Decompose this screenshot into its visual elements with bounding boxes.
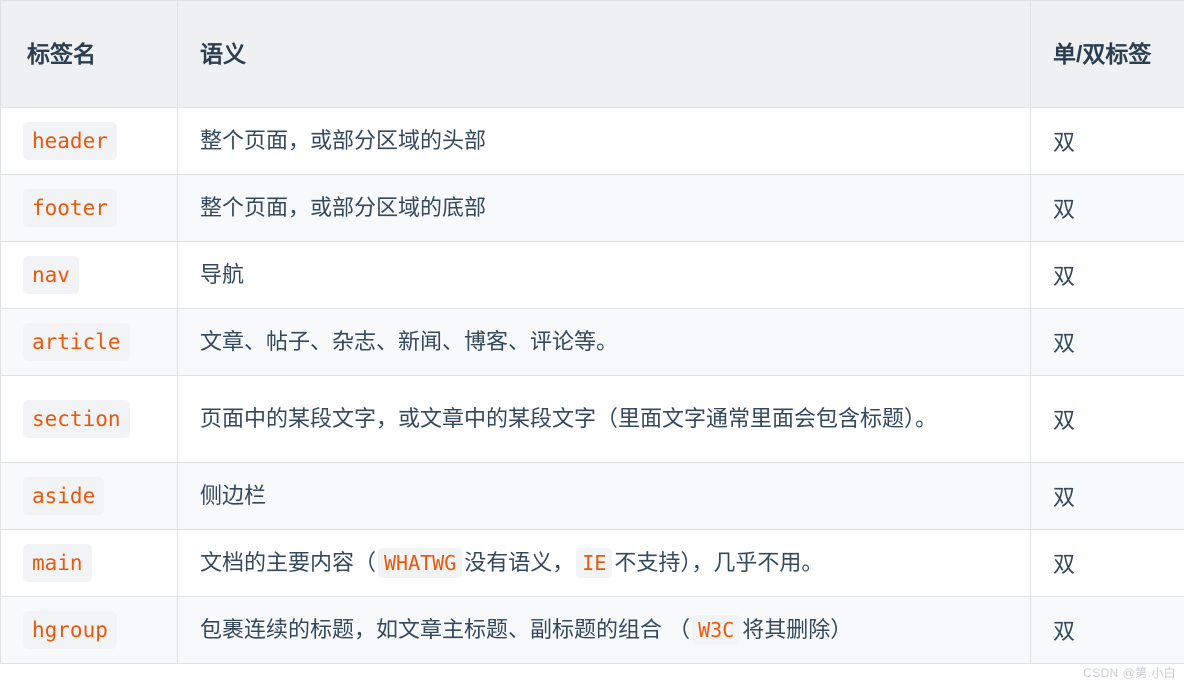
cell-pair-type: 双 [1030,107,1184,175]
inline-code-chip: IE [576,548,613,579]
semantic-text: 侧边栏 [200,483,267,509]
cell-pair-type: 双 [1030,375,1184,463]
cell-pair-type: 双 [1030,462,1184,530]
tag-code-chip: main [23,543,92,583]
table-body: header 整个页面，或部分区域的头部双 footer 整个页面，或部分区域的底部双… [0,107,1184,664]
table-header-row: 标签名 语义 单/双标签 [0,0,1184,108]
column-header-pair-type: 单/双标签 [1030,0,1184,108]
tag-code-chip: hgroup [23,610,117,650]
cell-tag-name: hgroup [0,596,178,664]
semantic-text: 没有语义， [464,550,575,576]
cell-tag-name: header [0,107,178,175]
cell-semantic: 包裹连续的标题，如文章主标题、副标题的组合 （W3C 将其删除） [177,596,1031,664]
page-root: 标签名 语义 单/双标签 header 整个页面，或部分区域的头部双 footer 整… [0,0,1184,685]
cell-semantic: 导航 [177,241,1031,309]
inline-code-chip: WHATWG [378,548,463,579]
table-row: aside 侧边栏 双 [0,462,1184,530]
table-row: nav 导航 双 [0,241,1184,309]
cell-pair-type: 双 [1030,529,1184,597]
cell-tag-name: aside [0,462,178,530]
cell-tag-name: main [0,529,178,597]
semantic-text: 文档的主要内容（ [200,550,377,576]
semantic-text: 不支持），几乎不用。 [614,550,824,576]
semantic-text: 导航 [200,262,245,288]
tag-code-chip: footer [23,188,117,228]
tag-code-chip: section [23,399,130,439]
inline-code-chip: W3C [692,615,741,646]
semantic-text: 将其删除） [742,617,853,643]
tag-code-chip: header [23,121,117,161]
table-header: 标签名 语义 单/双标签 [0,0,1184,108]
tag-code-chip: article [23,322,130,362]
tag-code-chip: nav [23,255,79,295]
cell-tag-name: nav [0,241,178,309]
table-row: hgroup 包裹连续的标题，如文章主标题、副标题的组合 （W3C 将其删除）双 [0,596,1184,664]
cell-pair-type: 双 [1030,174,1184,242]
semantic-text: 包裹连续的标题，如文章主标题、副标题的组合 （ [200,617,691,643]
cell-semantic: 整个页面，或部分区域的底部 [177,174,1031,242]
cell-semantic: 整个页面，或部分区域的头部 [177,107,1031,175]
csdn-watermark: CSDN @第.小白 [1083,666,1176,680]
cell-tag-name: article [0,308,178,376]
cell-tag-name: section [0,375,178,463]
cell-semantic: 文章、帖子、杂志、新闻、博客、评论等。 [177,308,1031,376]
semantic-text: 整个页面，或部分区域的底部 [200,195,487,221]
table-row: footer 整个页面，或部分区域的底部 双 [0,174,1184,242]
column-header-tag-name: 标签名 [0,0,178,108]
table-row: article 文章、帖子、杂志、新闻、博客、评论等。 双 [0,308,1184,376]
cell-pair-type: 双 [1030,241,1184,309]
table-row: header 整个页面，或部分区域的头部 双 [0,107,1184,175]
cell-pair-type: 双 [1030,596,1184,664]
html5-semantic-tags-table: 标签名 语义 单/双标签 header 整个页面，或部分区域的头部双 footer 整… [0,0,1184,664]
semantic-text: 整个页面，或部分区域的头部 [200,128,487,154]
tag-code-chip: aside [23,476,105,516]
semantic-text: 页面中的某段文字，或文章中的某段文字（里面文字通常里面会包含标题）。 [200,406,938,432]
table-row: main 文档的主要内容（ WHATWG 没有语义， IE 不支持），几乎不用。双 [0,529,1184,597]
cell-semantic: 侧边栏 [177,462,1031,530]
table-row: section 页面中的某段文字，或文章中的某段文字（里面文字通常里面会包含标题）… [0,375,1184,463]
semantic-text: 文章、帖子、杂志、新闻、博客、评论等。 [200,329,619,355]
column-header-semantic: 语义 [177,0,1031,108]
cell-semantic: 页面中的某段文字，或文章中的某段文字（里面文字通常里面会包含标题）。 [177,375,1031,463]
cell-pair-type: 双 [1030,308,1184,376]
cell-semantic: 文档的主要内容（ WHATWG 没有语义， IE 不支持），几乎不用。 [177,529,1031,597]
cell-tag-name: footer [0,174,178,242]
